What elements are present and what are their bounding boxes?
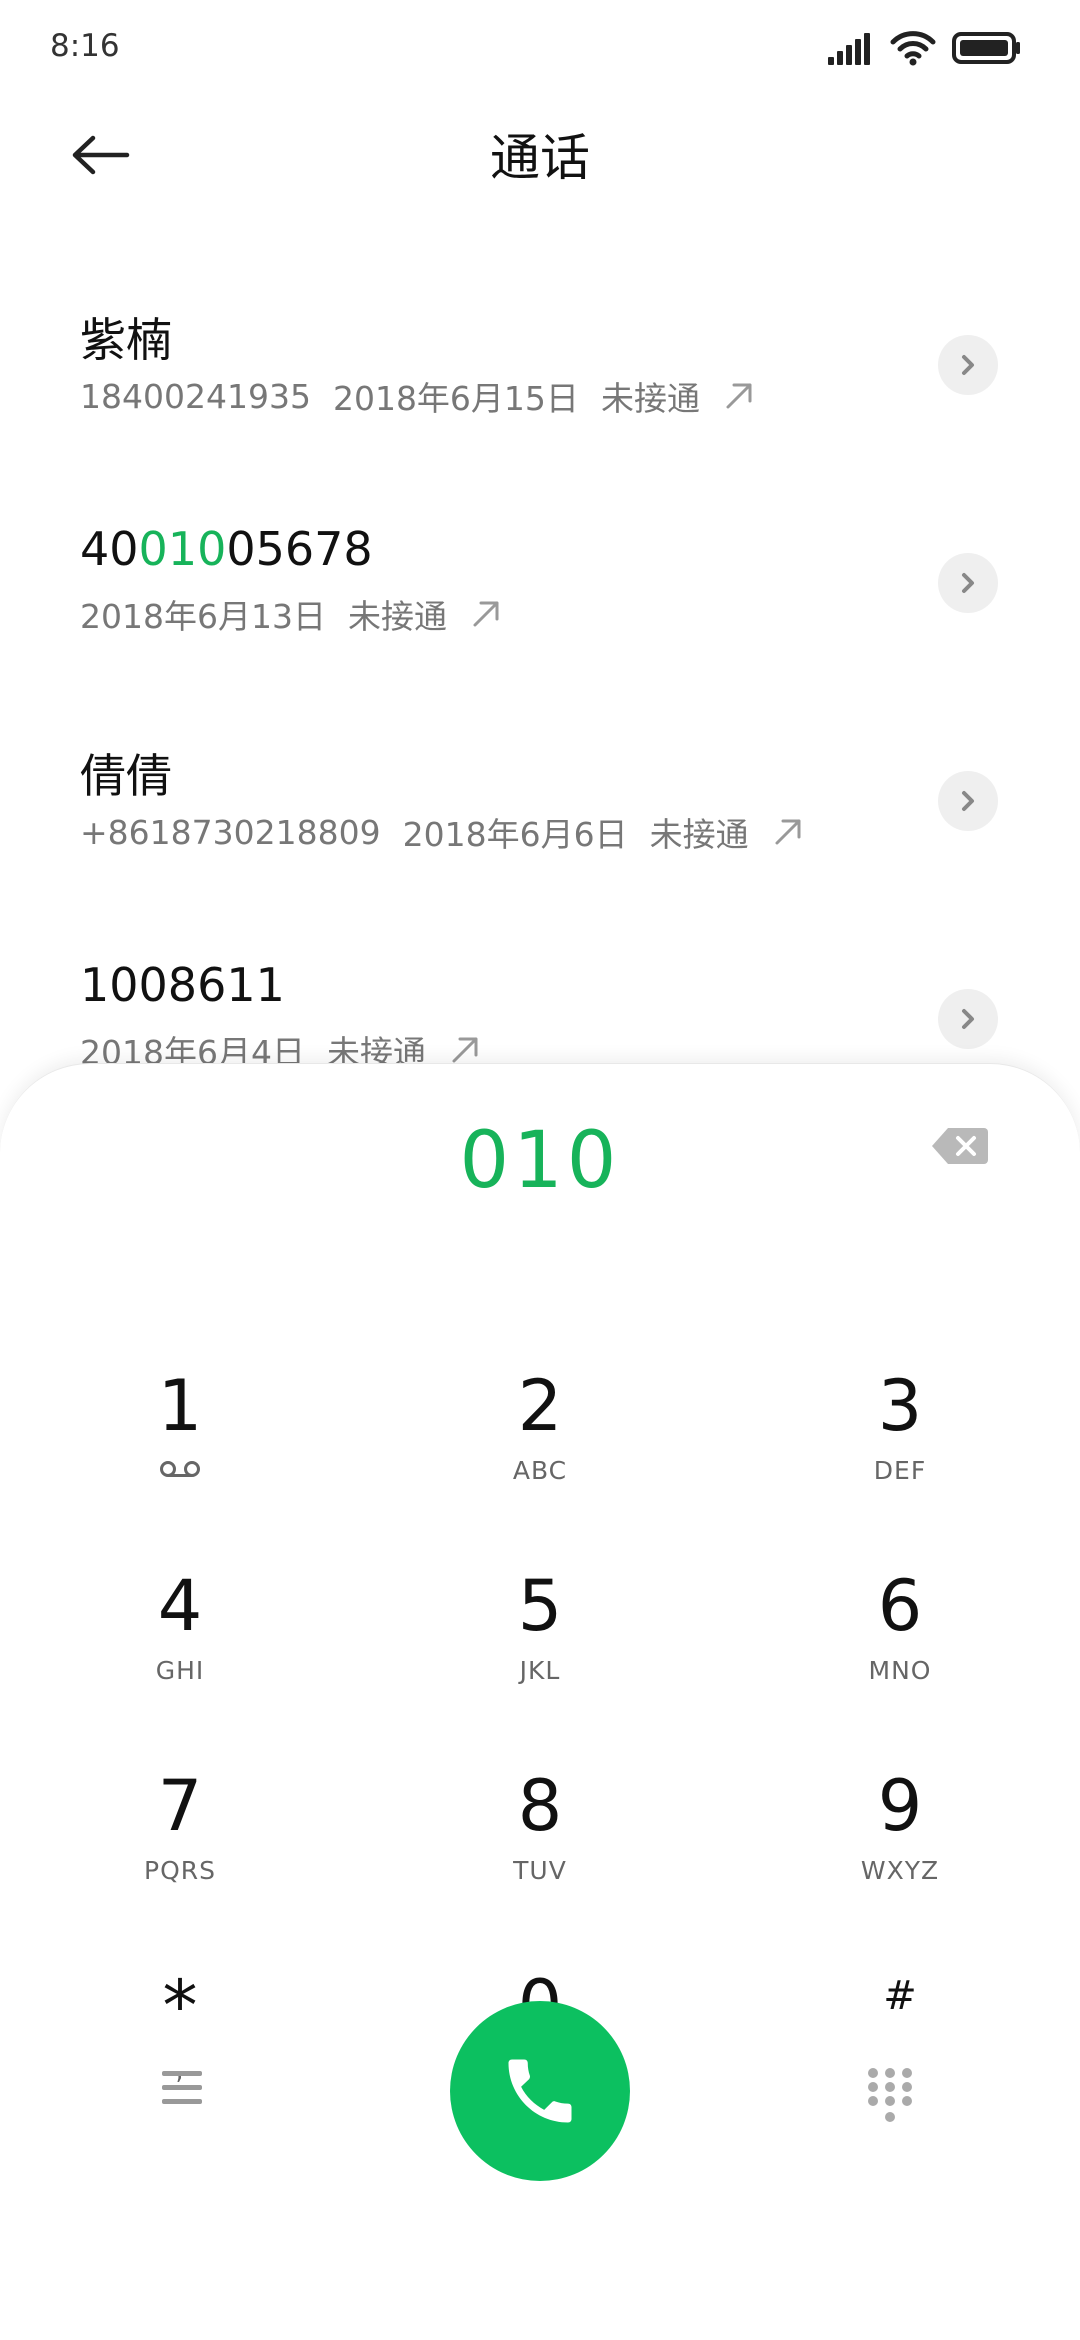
keypad-toggle-button[interactable]	[864, 2065, 916, 2127]
key-5[interactable]: 5 JKL	[420, 1566, 660, 1736]
call-name: 紫楠	[80, 313, 172, 367]
chevron-right-icon	[962, 791, 974, 811]
bottom-bar	[0, 1995, 1080, 2195]
chevron-right-icon	[962, 1009, 974, 1029]
outgoing-call-icon	[775, 819, 801, 845]
call-item[interactable]: 4001005678 2018年6月13日 未接通	[0, 498, 1080, 716]
call-date: 2018年6月6日	[402, 815, 628, 854]
outgoing-call-icon	[473, 601, 499, 627]
call-meta: 2018年6月13日 未接通	[80, 590, 503, 638]
phone-icon	[508, 2059, 572, 2123]
call-status: 未接通	[347, 597, 447, 636]
menu-icon	[162, 2071, 202, 2104]
screen: 8:16 通话 紫楠 18400241935 2018年6月15日 未接通 40…	[0, 0, 1080, 2340]
dial-number-display[interactable]: 010	[0, 1116, 1080, 1206]
signal-icon	[828, 33, 870, 65]
call-name: 4001005678	[80, 522, 373, 576]
key-digit: 8	[517, 1765, 563, 1847]
key-letters: WXYZ	[860, 1856, 940, 1885]
backspace-icon	[932, 1128, 988, 1164]
status-bar: 8:16	[0, 0, 1080, 90]
key-digit: 6	[877, 1565, 923, 1647]
call-name-suffix: 05678	[226, 522, 373, 576]
call-number: 18400241935	[80, 376, 311, 416]
wifi-icon	[890, 31, 936, 66]
keypad-icon	[868, 2068, 912, 2122]
key-digit: 9	[877, 1765, 923, 1847]
key-8[interactable]: 8 TUV	[420, 1766, 660, 1936]
call-name: 倩倩	[80, 749, 172, 803]
call-detail-button[interactable]	[938, 989, 998, 1049]
key-letters: GHI	[155, 1656, 205, 1685]
call-detail-button[interactable]	[938, 553, 998, 613]
key-letters: DEF	[873, 1456, 927, 1485]
voicemail-icon	[60, 1456, 300, 1485]
call-meta: +8618730218809 2018年6月6日 未接通	[80, 808, 805, 856]
call-name-match: 010	[138, 522, 227, 576]
header: 通话	[0, 100, 1080, 210]
key-digit: 1	[157, 1365, 203, 1447]
call-detail-button[interactable]	[938, 335, 998, 395]
menu-button[interactable]	[160, 2067, 220, 2123]
battery-icon	[952, 32, 1020, 64]
call-status: 未接通	[649, 815, 749, 854]
key-letters: PQRS	[144, 1856, 216, 1885]
call-button[interactable]	[450, 2001, 630, 2181]
outgoing-call-icon	[452, 1037, 478, 1063]
key-digit: 3	[877, 1365, 923, 1447]
key-letters: JKL	[519, 1656, 561, 1685]
key-letters: TUV	[513, 1856, 567, 1885]
call-date: 2018年6月15日	[332, 379, 579, 418]
chevron-right-icon	[962, 355, 974, 375]
call-status: 未接通	[600, 379, 700, 418]
page-title: 通话	[490, 129, 590, 187]
key-digit: 2	[517, 1365, 563, 1447]
key-1[interactable]: 1	[60, 1366, 300, 1536]
key-6[interactable]: 6 MNO	[780, 1566, 1020, 1736]
call-item[interactable]: 紫楠 18400241935 2018年6月15日 未接通	[0, 280, 1080, 498]
call-list: 紫楠 18400241935 2018年6月15日 未接通 4001005678…	[0, 280, 1080, 1152]
call-meta: 18400241935 2018年6月15日 未接通	[80, 372, 756, 420]
key-3[interactable]: 3 DEF	[780, 1366, 1020, 1536]
key-7[interactable]: 7 PQRS	[60, 1766, 300, 1936]
call-detail-button[interactable]	[938, 771, 998, 831]
backspace-button[interactable]	[930, 1124, 990, 1168]
key-digit: 5	[517, 1565, 563, 1647]
call-name-prefix: 40	[80, 522, 139, 576]
key-digit: 7	[157, 1765, 203, 1847]
call-number: +8618730218809	[80, 812, 381, 852]
call-date: 2018年6月13日	[80, 597, 326, 636]
outgoing-call-icon	[726, 383, 752, 409]
status-icons	[826, 28, 1022, 68]
key-letters: MNO	[868, 1656, 932, 1685]
chevron-right-icon	[962, 573, 974, 593]
key-2[interactable]: 2 ABC	[420, 1366, 660, 1536]
key-4[interactable]: 4 GHI	[60, 1566, 300, 1736]
key-letters: ABC	[512, 1456, 568, 1485]
status-time: 8:16	[50, 28, 120, 64]
key-9[interactable]: 9 WXYZ	[780, 1766, 1020, 1936]
key-digit: 4	[157, 1565, 203, 1647]
call-item[interactable]: 倩倩 +8618730218809 2018年6月6日 未接通	[0, 716, 1080, 934]
call-name: 1008611	[80, 958, 285, 1012]
